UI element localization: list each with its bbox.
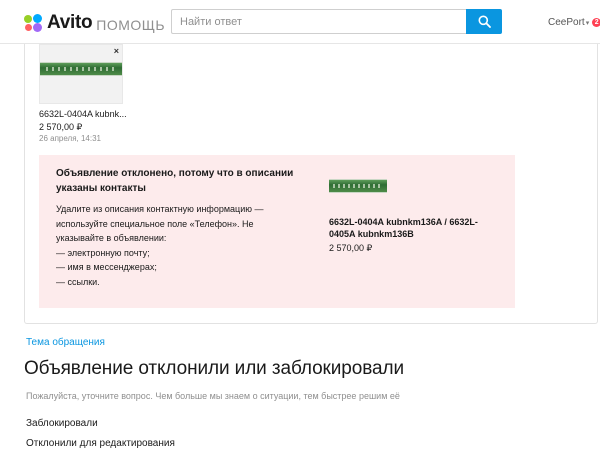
search-input[interactable]: [172, 10, 466, 33]
close-icon[interactable]: ×: [114, 46, 119, 56]
rejection-line: — электронную почту;: [56, 247, 150, 258]
avito-logo[interactable]: Avito ПОМОЩЬ: [24, 12, 165, 34]
search-box: [171, 9, 466, 34]
rejection-line: — имя в мессенджерах;: [56, 262, 157, 272]
logo-dots-icon: [24, 14, 42, 32]
page-title: Объявление отклонили или заблокировали: [24, 358, 404, 379]
logo-wordmark: Avito: [47, 12, 93, 33]
topic-link[interactable]: Тема обращения: [26, 337, 105, 348]
ad-thumbnail[interactable]: [329, 179, 387, 193]
ad-title[interactable]: 6632L-0404A kubnkm136A / 6632L-0405A kub…: [329, 216, 504, 240]
message-panel: × 6632L-0404A kubnk... 2 570,00 ₽ 26 апр…: [24, 44, 598, 324]
rejection-line: Удалите из описания контактную информаци…: [56, 204, 264, 214]
rejection-title: Объявление отклонено, потому что в описа…: [56, 168, 294, 194]
ad-price: 2 570,00 ₽: [329, 243, 373, 253]
pcb-board-image: [40, 62, 122, 76]
rejection-line: — ссылки.: [56, 276, 100, 287]
notification-badge: 2: [592, 18, 600, 27]
option-blocked[interactable]: Заблокировали: [26, 418, 98, 429]
attachment-title: 6632L-0404A kubnk...: [39, 109, 127, 119]
chevron-down-icon: ▾: [585, 19, 590, 27]
hint-text: Пожалуйста, уточните вопрос. Чем больше …: [26, 391, 400, 401]
rejection-text: Удалите из описания контактную информаци…: [56, 202, 296, 289]
user-name: CeePort: [548, 17, 585, 28]
option-rejected-for-editing[interactable]: Отклонили для редактирования: [26, 438, 175, 449]
attachment-date: 26 апреля, 14:31: [39, 134, 101, 143]
attachment-price: 2 570,00 ₽: [39, 122, 83, 132]
search-icon: [478, 15, 491, 28]
header: Avito ПОМОЩЬ CeePort ▾ 2: [0, 0, 600, 44]
user-menu[interactable]: CeePort ▾ 2: [548, 17, 600, 28]
logo-subtitle: ПОМОЩЬ: [96, 16, 166, 33]
rejection-line: используйте специальное поле «Телефон». …: [56, 218, 254, 229]
attachment-thumbnail[interactable]: ×: [39, 44, 123, 104]
rejection-line: указывайте в объявлении:: [56, 233, 167, 243]
rejection-notice: Объявление отклонено, потому что в описа…: [39, 155, 515, 308]
search-button[interactable]: [466, 9, 502, 34]
